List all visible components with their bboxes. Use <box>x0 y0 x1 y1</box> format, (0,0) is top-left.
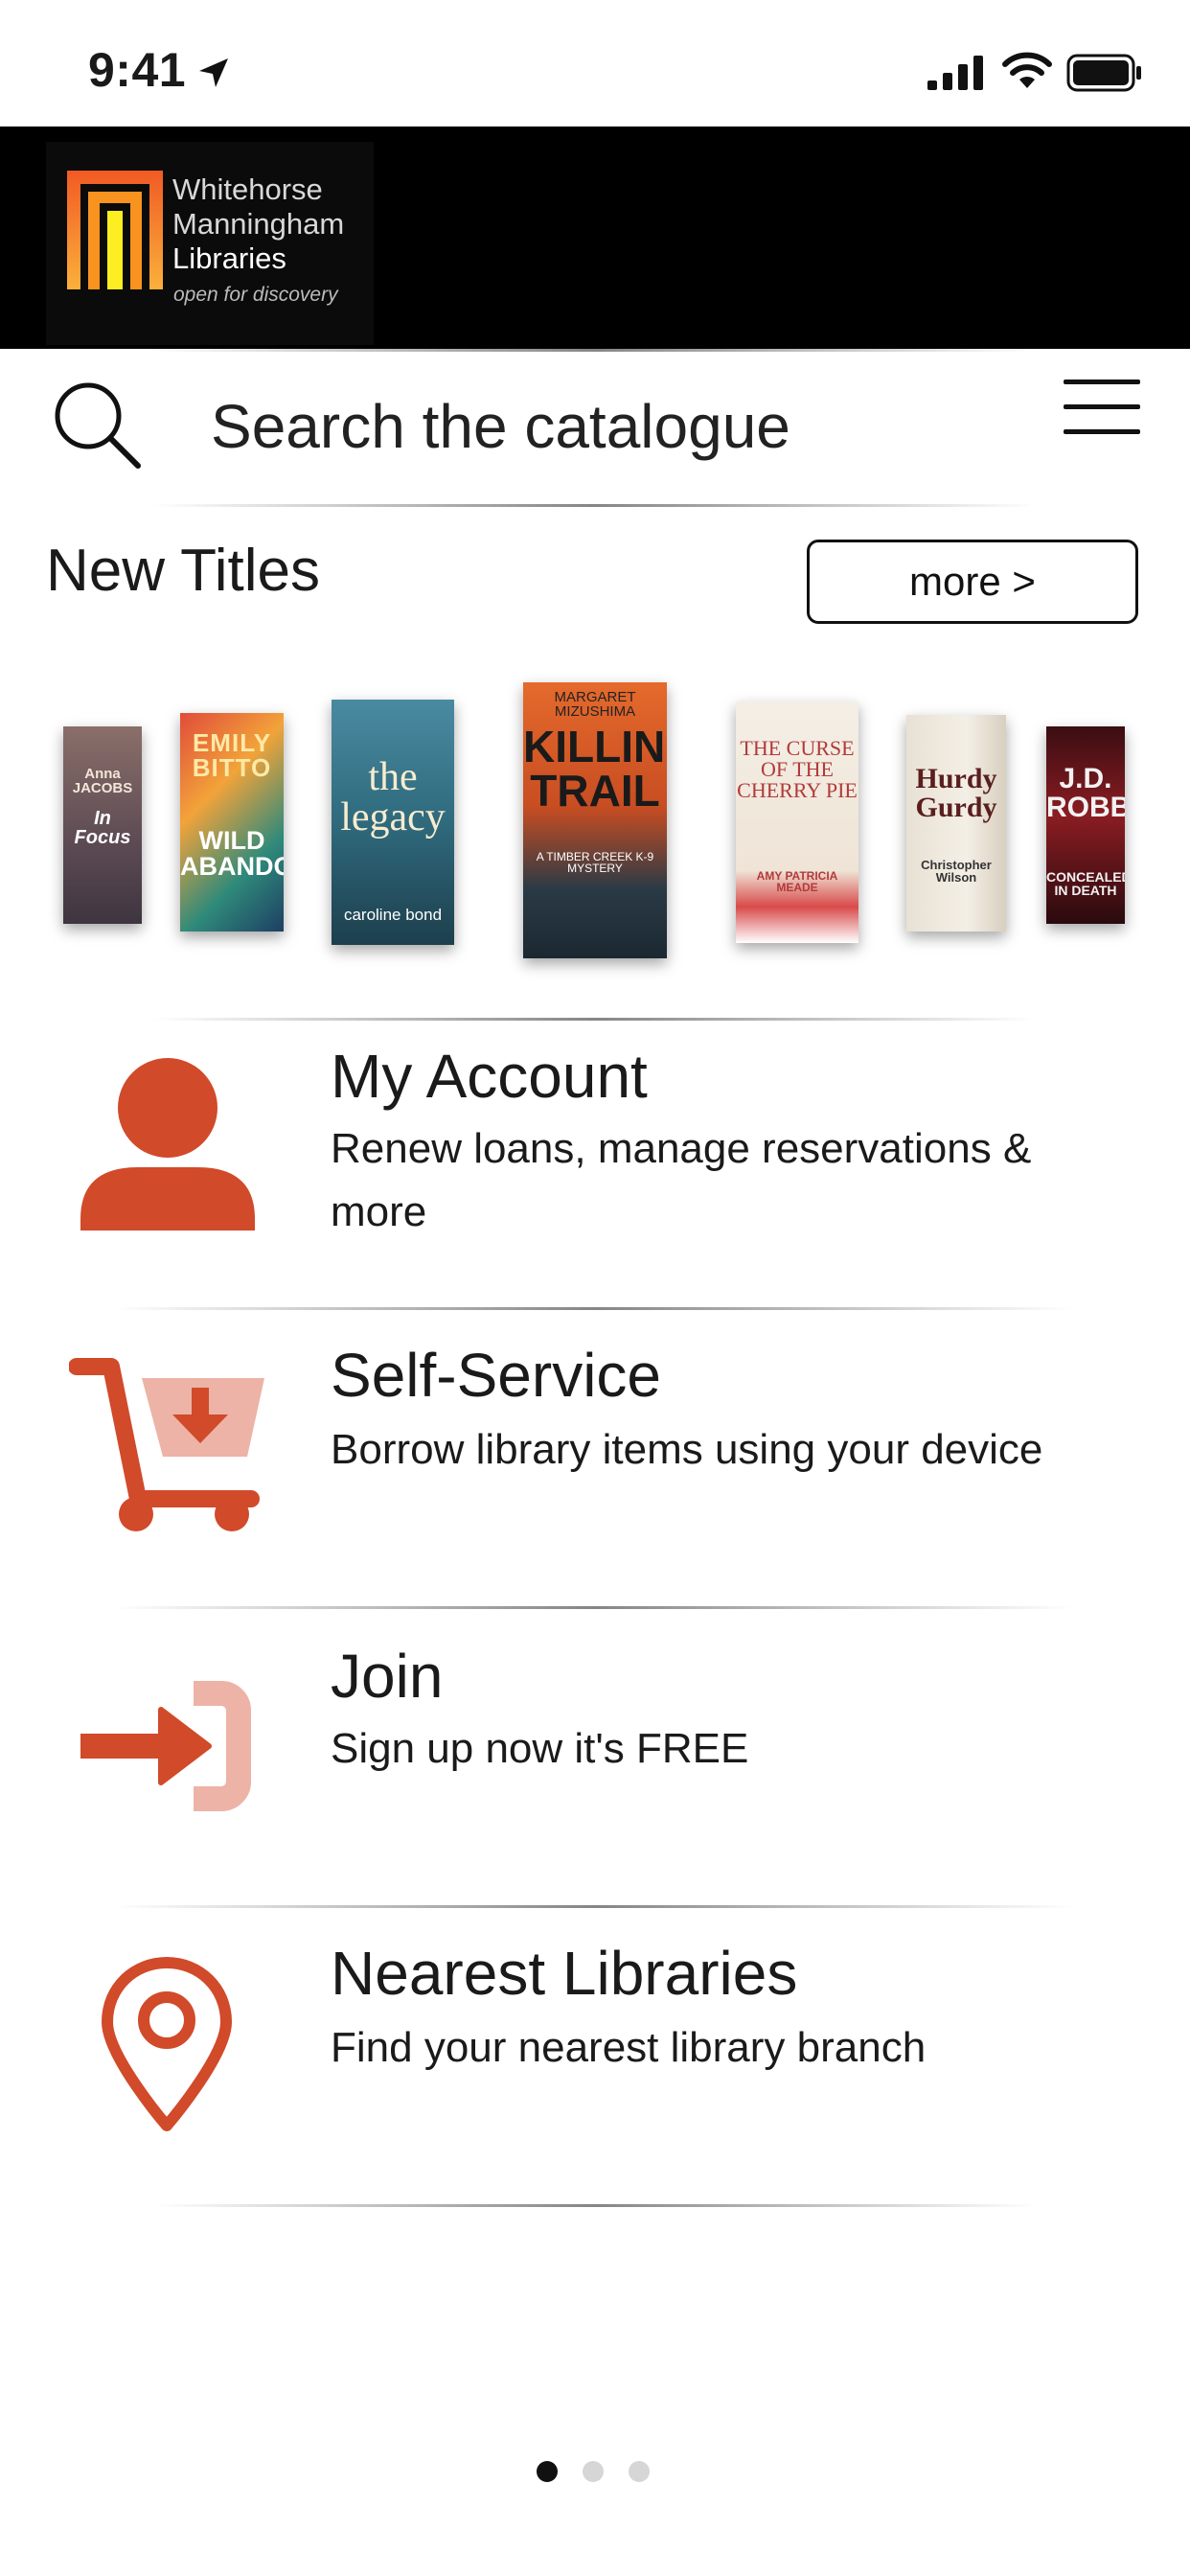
menu-item-subtitle: Renew loans, manage reservations & more <box>331 1125 1032 1235</box>
location-pin-icon <box>102 1957 232 2131</box>
book-cover[interactable]: Anna JACOBS In Focus <box>63 726 142 924</box>
book-cover[interactable]: THE CURSE OF THE CHERRY PIE AMY PATRICIA… <box>736 702 858 943</box>
divider <box>153 1018 1035 1021</box>
status-time: 9:41 <box>88 43 187 97</box>
book-author: Anna JACOBS <box>72 766 133 796</box>
logo-mark-icon <box>67 171 163 289</box>
logo-text-line3: Libraries <box>172 242 286 275</box>
book-cover[interactable]: J.D. ROBB CONCEALED IN DEATH <box>1046 726 1125 924</box>
book-cover[interactable]: the legacy caroline bond <box>332 700 454 945</box>
wifi-icon <box>1002 52 1052 88</box>
menu-item-subtitle: Borrow library items using your device <box>331 1426 1043 1473</box>
divider <box>153 504 1035 507</box>
book-author: Christopher Wilson <box>921 858 992 885</box>
page-dot[interactable] <box>583 2461 604 2482</box>
divider <box>153 349 1035 352</box>
book-title: KILLING TRAIL <box>523 722 667 816</box>
menu-item-subtitle: Find your nearest library branch <box>331 2024 927 2071</box>
account-icon <box>80 1058 255 1230</box>
menu-item-self-service[interactable]: Self-Service Borrow library items using … <box>0 1313 1190 1600</box>
battery-icon <box>1066 54 1141 92</box>
logo-text-line2: Manningham <box>172 207 345 241</box>
page-dot[interactable] <box>629 2461 650 2482</box>
book-title: CONCEALED IN DEATH <box>1046 869 1125 898</box>
logo-text-line1: Whitehorse <box>172 172 323 206</box>
join-icon <box>80 1681 251 1811</box>
divider <box>115 1905 1073 1908</box>
menu-item-title: My Account <box>331 1042 648 1111</box>
book-title: In Focus <box>74 808 131 848</box>
hamburger-menu-icon[interactable] <box>1064 376 1140 439</box>
book-author: EMILY BITTO <box>192 728 272 782</box>
search-input[interactable] <box>211 383 939 470</box>
new-titles-heading: New Titles <box>46 538 320 604</box>
menu-item-join[interactable]: Join Sign up now it's FREE <box>0 1612 1190 1899</box>
menu-item-nearest-libraries[interactable]: Nearest Libraries Find your nearest libr… <box>0 1911 1190 2198</box>
cellular-signal-icon <box>927 56 983 90</box>
page-dot-active[interactable] <box>537 2461 558 2482</box>
more-button[interactable]: more > <box>807 540 1138 624</box>
book-series: A TIMBER CREEK K-9 MYSTERY <box>536 850 654 875</box>
menu-item-title: Join <box>331 1642 444 1711</box>
menu-item-subtitle: Sign up now it's FREE <box>331 1725 749 1772</box>
cart-icon <box>69 1358 264 1531</box>
book-cover[interactable]: Hurdy Gurdy Christopher Wilson <box>906 715 1006 932</box>
divider <box>115 1307 1073 1310</box>
logo-tagline: open for discovery <box>173 284 338 306</box>
book-cover[interactable]: EMILY BITTO WILD ABANDON <box>180 713 284 932</box>
divider <box>115 1606 1073 1609</box>
search-icon[interactable] <box>52 380 142 470</box>
book-author: caroline bond <box>343 906 443 924</box>
book-author: AMY PATRICIA MEADE <box>756 869 838 894</box>
book-author: J.D. ROBB <box>1046 763 1125 823</box>
location-arrow-icon <box>199 58 228 87</box>
menu-item-title: Nearest Libraries <box>331 1939 798 2008</box>
book-title: THE CURSE OF THE CHERRY PIE <box>737 736 858 802</box>
book-author: MARGARET MIZUSHIMA <box>554 689 636 720</box>
book-title: Hurdy Gurdy <box>915 763 997 823</box>
divider <box>153 2204 1035 2207</box>
menu-item-title: Self-Service <box>331 1341 661 1410</box>
book-cover[interactable]: MARGARET MIZUSHIMA KILLING TRAIL A TIMBE… <box>523 682 667 958</box>
book-title: the legacy <box>340 755 446 840</box>
menu-item-my-account[interactable]: My Account Renew loans, manage reservati… <box>0 1022 1190 1309</box>
book-title: WILD ABANDON <box>180 826 284 881</box>
